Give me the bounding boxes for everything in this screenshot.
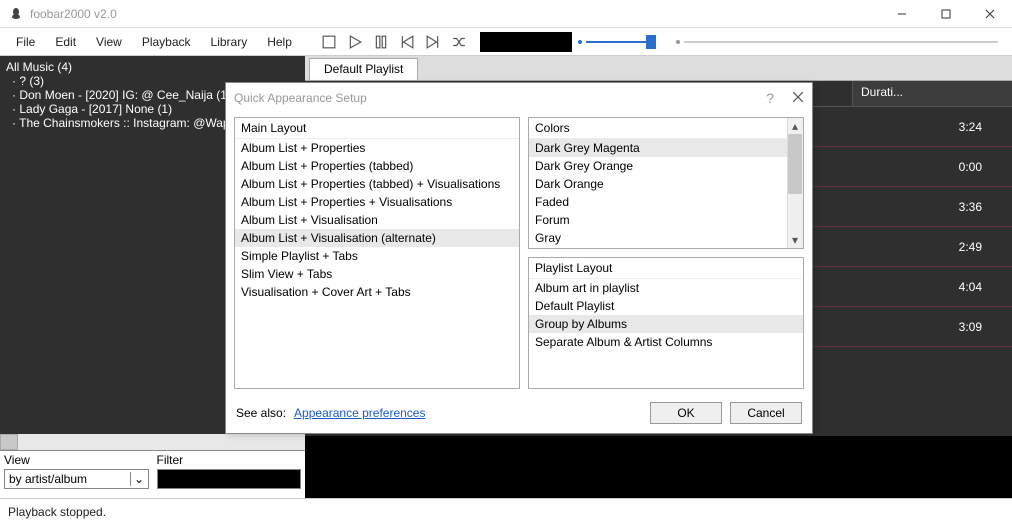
view-select[interactable]: by artist/album ⌄ — [4, 469, 149, 489]
status-text: Playback stopped. — [8, 505, 106, 519]
main-layout-listbox[interactable]: Main Layout Album List + PropertiesAlbum… — [234, 117, 520, 389]
view-label: View — [4, 453, 149, 467]
view-value: by artist/album — [5, 472, 130, 486]
menu-view[interactable]: View — [86, 31, 132, 53]
visualiser-box — [480, 32, 572, 52]
next-icon[interactable] — [424, 33, 442, 51]
playlist-layout-header: Playlist Layout — [529, 258, 803, 279]
status-bar: Playback stopped. — [0, 498, 1012, 526]
list-item[interactable]: Group by Albums — [529, 315, 803, 333]
list-item[interactable]: Album List + Properties (tabbed) + Visua… — [235, 175, 519, 193]
filter-input[interactable] — [157, 469, 302, 489]
list-item[interactable]: Album List + Visualisation (alternate) — [235, 229, 519, 247]
list-item[interactable]: Slim View + Tabs — [235, 265, 519, 283]
list-item[interactable]: Visualisation + Cover Art + Tabs — [235, 283, 519, 301]
volume-slider[interactable] — [586, 41, 656, 43]
volume-thumb[interactable] — [646, 35, 656, 49]
colors-listbox[interactable]: Colors Dark Grey MagentaDark Grey Orange… — [528, 117, 804, 249]
cancel-button[interactable]: Cancel — [730, 402, 802, 424]
tab-default-playlist[interactable]: Default Playlist — [309, 58, 418, 80]
scroll-up-icon[interactable]: ▴ — [787, 118, 803, 134]
play-icon[interactable] — [346, 33, 364, 51]
list-item[interactable]: Album List + Properties (tabbed) — [235, 157, 519, 175]
colors-scrollbar[interactable]: ▴ ▾ — [787, 118, 803, 248]
menu-library[interactable]: Library — [201, 31, 258, 53]
seek-slider[interactable] — [684, 41, 998, 43]
list-item[interactable]: Dark Grey Magenta — [529, 139, 803, 157]
titlebar: foobar2000 v2.0 — [0, 0, 1012, 28]
list-item[interactable]: Album List + Visualisation — [235, 211, 519, 229]
list-item[interactable]: Dark Grey Orange — [529, 157, 803, 175]
random-icon[interactable] — [450, 33, 468, 51]
tree-h-scrollbar[interactable] — [0, 434, 305, 450]
playback-toolbar — [320, 33, 468, 51]
minimize-button[interactable] — [880, 0, 924, 28]
menu-file[interactable]: File — [6, 31, 45, 53]
column-duration[interactable]: Durati... — [852, 81, 1012, 106]
volume-min-icon — [578, 40, 582, 44]
maximize-button[interactable] — [924, 0, 968, 28]
list-item[interactable]: Faded — [529, 193, 803, 211]
menu-help[interactable]: Help — [257, 31, 302, 53]
filter-label: Filter — [157, 453, 302, 467]
close-button[interactable] — [968, 0, 1012, 28]
list-item[interactable]: Simple Playlist + Tabs — [235, 247, 519, 265]
stop-icon[interactable] — [320, 33, 338, 51]
dialog-close-icon[interactable] — [792, 91, 804, 106]
list-item[interactable]: Forum — [529, 211, 803, 229]
list-item[interactable]: Album art in playlist — [529, 279, 803, 297]
list-item[interactable]: Separate Album & Artist Columns — [529, 333, 803, 351]
menubar: File Edit View Playback Library Help — [0, 28, 1012, 56]
ok-button[interactable]: OK — [650, 402, 722, 424]
list-item[interactable]: Default Playlist — [529, 297, 803, 315]
list-item[interactable]: Dark Orange — [529, 175, 803, 193]
list-item[interactable]: Album List + Properties — [235, 139, 519, 157]
list-item[interactable]: Album List + Properties + Visualisations — [235, 193, 519, 211]
list-item[interactable]: Gray Orange — [529, 247, 803, 249]
visualiser-area — [305, 436, 1012, 498]
menu-playback[interactable]: Playback — [132, 31, 201, 53]
colors-header: Colors — [529, 118, 803, 139]
appearance-preferences-link[interactable]: Appearance preferences — [294, 406, 425, 420]
playlist-layout-listbox[interactable]: Playlist Layout Album art in playlistDef… — [528, 257, 804, 389]
chevron-down-icon: ⌄ — [130, 472, 148, 486]
window-title: foobar2000 v2.0 — [30, 7, 880, 21]
menu-edit[interactable]: Edit — [45, 31, 86, 53]
scroll-down-icon[interactable]: ▾ — [787, 232, 803, 248]
list-item[interactable]: Gray — [529, 229, 803, 247]
dialog-title: Quick Appearance Setup — [234, 91, 367, 105]
pause-icon[interactable] — [372, 33, 390, 51]
see-also-prefix: See also: — [236, 406, 286, 420]
quick-appearance-dialog: Quick Appearance Setup ? Main Layout Alb… — [225, 82, 813, 434]
main-layout-header: Main Layout — [235, 118, 519, 139]
prev-icon[interactable] — [398, 33, 416, 51]
seek-min-icon — [676, 40, 680, 44]
app-logo-icon — [8, 6, 24, 22]
dialog-help-icon[interactable]: ? — [766, 90, 774, 106]
tree-root[interactable]: All Music (4) — [6, 60, 299, 74]
